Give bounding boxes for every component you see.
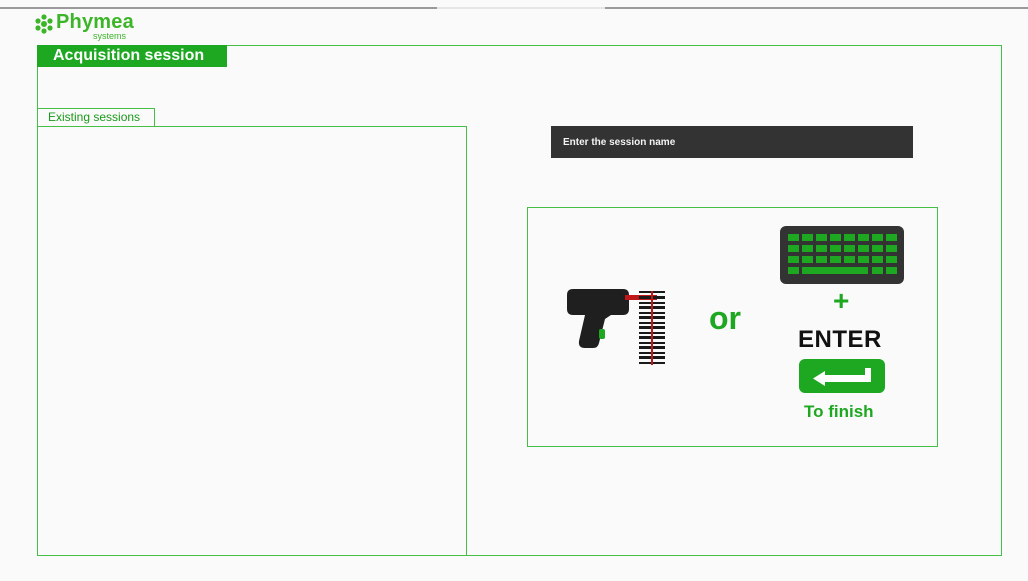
enter-label: ENTER xyxy=(798,326,882,353)
window-top-tab xyxy=(437,7,605,9)
logo-icon xyxy=(35,14,53,34)
acquisition-session-title: Acquisition session xyxy=(37,45,227,67)
or-label: or xyxy=(709,300,741,336)
existing-sessions-tab[interactable]: Existing sessions xyxy=(37,108,155,126)
phymea-logo: Phymea systems xyxy=(33,11,153,42)
keyboard-icon xyxy=(780,226,904,284)
plus-label: + xyxy=(833,285,850,316)
logo-subtitle: systems xyxy=(93,31,127,41)
to-finish-label: To finish xyxy=(804,402,874,421)
session-name-input[interactable] xyxy=(551,126,913,158)
existing-sessions-list[interactable] xyxy=(37,126,467,556)
barcode-scanner-icon xyxy=(567,289,665,365)
enter-key-icon xyxy=(799,359,885,393)
